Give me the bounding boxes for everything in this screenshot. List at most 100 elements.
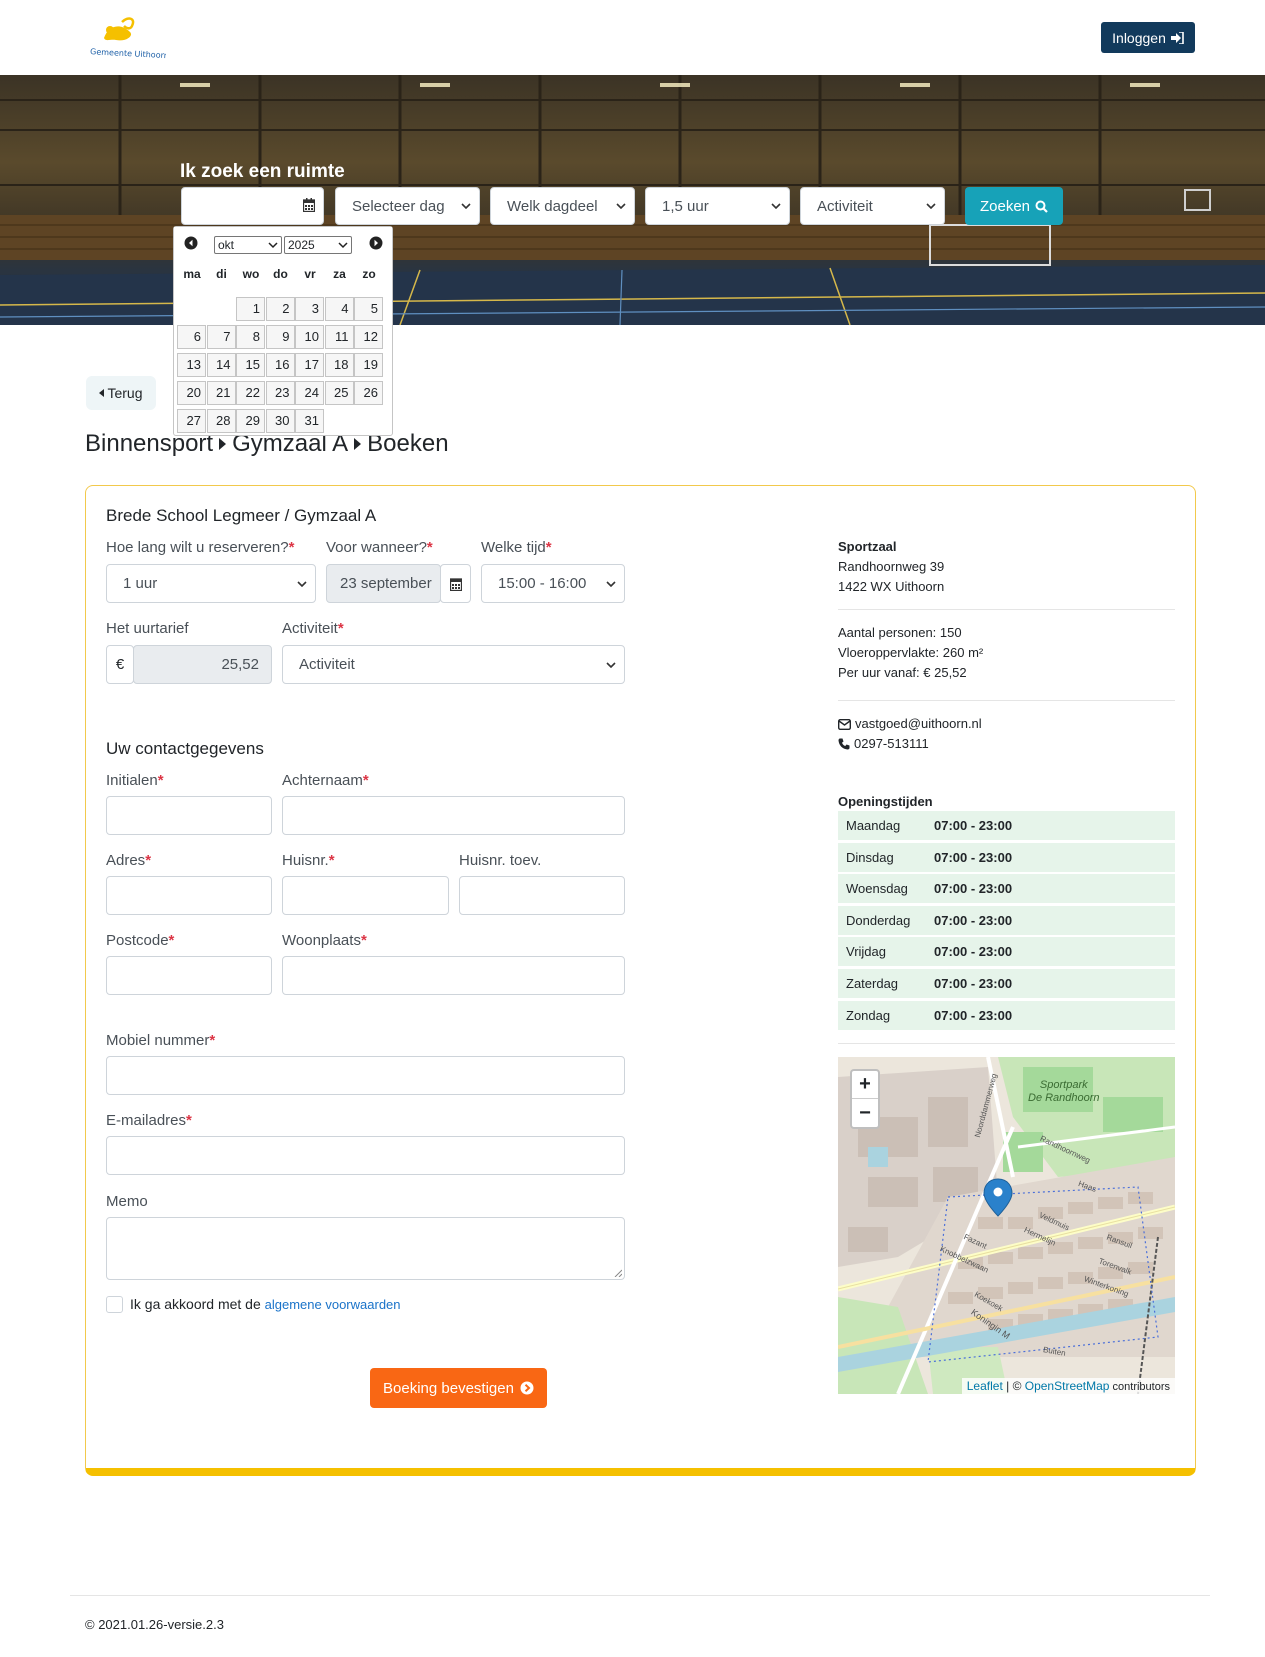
- calendar-day[interactable]: 13: [177, 353, 206, 377]
- housenr-add-input[interactable]: [459, 876, 625, 915]
- venue-phone[interactable]: 0297-513111: [854, 734, 929, 754]
- calendar-day[interactable]: 28: [206, 409, 236, 433]
- osm-link[interactable]: OpenStreetMap: [1025, 1379, 1110, 1393]
- calendar-day[interactable]: 1: [236, 297, 265, 321]
- map-tiles: [838, 1057, 1175, 1394]
- when-date-field[interactable]: 23 september: [326, 564, 441, 603]
- zoom-in-button[interactable]: +: [852, 1071, 878, 1099]
- calendar-day[interactable]: 3: [295, 297, 324, 321]
- search-date-input[interactable]: [181, 187, 324, 225]
- day-select[interactable]: Selecteer dag: [335, 187, 480, 225]
- calendar-day[interactable]: 5: [354, 297, 383, 321]
- mobile-label: Mobiel nummer*: [106, 1032, 216, 1049]
- activity-field[interactable]: Activiteit: [282, 645, 625, 684]
- calendar-day[interactable]: 30: [265, 409, 295, 433]
- calendar-day[interactable]: 21: [206, 381, 236, 405]
- location-map[interactable]: Sportpark De Randhoorn Randhoornweg Noord…: [838, 1057, 1175, 1394]
- address-input[interactable]: [106, 876, 272, 915]
- time-select[interactable]: 15:00 - 16:00: [481, 564, 625, 603]
- calendar-day[interactable]: 11: [324, 325, 354, 349]
- confirm-booking-button[interactable]: Boeking bevestigen: [370, 1368, 547, 1408]
- calendar-day[interactable]: 20: [177, 381, 206, 405]
- opening-time: 07:00 - 23:00: [934, 1007, 1013, 1023]
- resize-handle-icon[interactable]: [614, 1269, 622, 1277]
- gemeente-logo[interactable]: Gemeente Uithoorn: [86, 12, 169, 62]
- opening-day: Zaterdag: [846, 975, 899, 991]
- when-calendar-button[interactable]: [440, 564, 471, 603]
- caret-left-icon: [99, 389, 105, 397]
- calendar-day[interactable]: 16: [265, 353, 295, 377]
- calendar-day[interactable]: 22: [236, 381, 265, 405]
- calendar-day[interactable]: 23: [265, 381, 295, 405]
- calendar-day[interactable]: 24: [295, 381, 324, 405]
- search-button[interactable]: Zoeken: [965, 187, 1063, 225]
- opening-hours-row: Dinsdag 07:00 - 23:00: [838, 842, 1175, 872]
- weekday-header: zo: [362, 267, 376, 281]
- calendar-day[interactable]: 26: [354, 381, 383, 405]
- city-input[interactable]: [282, 956, 625, 995]
- venue-zip-city: 1422 WX Uithoorn: [838, 579, 945, 594]
- activity-select[interactable]: Activiteit: [800, 187, 945, 225]
- agree-text: Ik ga akkoord met de algemene voorwaarde…: [130, 1296, 401, 1312]
- datepicker-year-select[interactable]: 2025: [284, 236, 352, 254]
- calendar-day[interactable]: 4: [324, 297, 354, 321]
- datepicker-popup: okt 2025 ma di wo do vr za zo 1 2 3 4 5 6 7 8 9 10 11 12 1…: [173, 226, 393, 436]
- prev-month-icon[interactable]: [184, 236, 198, 250]
- calendar-day[interactable]: 19: [354, 353, 383, 377]
- when-label: Voor wanneer?*: [326, 539, 433, 556]
- opening-time: 07:00 - 23:00: [934, 818, 1013, 833]
- postcode-input[interactable]: [106, 956, 272, 995]
- chevron-down-icon: [616, 203, 626, 209]
- calendar-day[interactable]: 7: [206, 325, 236, 349]
- opening-hours-row: Donderdag 07:00 - 23:00: [838, 905, 1175, 935]
- agree-checkbox[interactable]: [106, 1296, 123, 1313]
- calendar-icon[interactable]: [303, 198, 315, 212]
- venue-street: Randhoornweg 39: [838, 559, 945, 574]
- duration-select[interactable]: 1,5 uur: [645, 187, 790, 225]
- duration-field[interactable]: 1 uur: [106, 564, 316, 603]
- initials-input[interactable]: [106, 796, 272, 835]
- search-icon: [1035, 200, 1048, 213]
- divider: [838, 609, 1175, 610]
- calendar-day[interactable]: 14: [206, 353, 236, 377]
- venue-price: Per uur vanaf: € 25,52: [838, 665, 967, 680]
- terms-link[interactable]: algemene voorwaarden: [265, 1297, 401, 1312]
- calendar-day[interactable]: 17: [295, 353, 324, 377]
- divider: [838, 700, 1175, 701]
- calendar-day[interactable]: 31: [295, 409, 324, 433]
- contact-title: Uw contactgegevens: [106, 739, 264, 758]
- calendar-day[interactable]: 9: [265, 325, 295, 349]
- housenr-input[interactable]: [282, 876, 449, 915]
- calendar-day[interactable]: 15: [236, 353, 265, 377]
- venue-email[interactable]: vastgoed@uithoorn.nl: [855, 714, 982, 734]
- calendar-day[interactable]: 8: [236, 325, 265, 349]
- chevron-down-icon: [338, 242, 348, 249]
- memo-textarea[interactable]: [106, 1217, 625, 1280]
- calendar-day[interactable]: 18: [324, 353, 354, 377]
- next-month-icon[interactable]: [369, 236, 383, 250]
- login-button[interactable]: Inloggen: [1101, 22, 1195, 53]
- calendar-day[interactable]: 27: [177, 409, 206, 433]
- leaflet-link[interactable]: Leaflet: [967, 1379, 1003, 1393]
- back-button[interactable]: Terug: [86, 376, 156, 410]
- datepicker-month-select[interactable]: okt: [214, 236, 282, 254]
- duration-field-value: 1 uur: [123, 575, 158, 592]
- calendar-day[interactable]: 25: [324, 381, 354, 405]
- calendar-day[interactable]: 29: [236, 409, 265, 433]
- email-label: E-mailadres*: [106, 1112, 192, 1129]
- activity-field-value: Activiteit: [299, 656, 355, 673]
- daypart-select[interactable]: Welk dagdeel: [490, 187, 635, 225]
- calendar-day[interactable]: 2: [265, 297, 295, 321]
- opening-hours-row: Zondag 07:00 - 23:00: [838, 1000, 1175, 1030]
- zoom-out-button[interactable]: −: [852, 1099, 878, 1127]
- lastname-input[interactable]: [282, 796, 625, 835]
- housenr-label: Huisnr.*: [282, 852, 335, 869]
- weekday-header: wo: [242, 267, 260, 281]
- mobile-input[interactable]: [106, 1056, 625, 1095]
- opening-time: 07:00 - 23:00: [934, 912, 1013, 928]
- opening-hours-row: Maandag 07:00 - 23:00: [838, 811, 1175, 840]
- calendar-day[interactable]: 12: [354, 325, 383, 349]
- email-input[interactable]: [106, 1136, 625, 1175]
- calendar-day[interactable]: 10: [295, 325, 324, 349]
- calendar-day[interactable]: 6: [177, 325, 206, 349]
